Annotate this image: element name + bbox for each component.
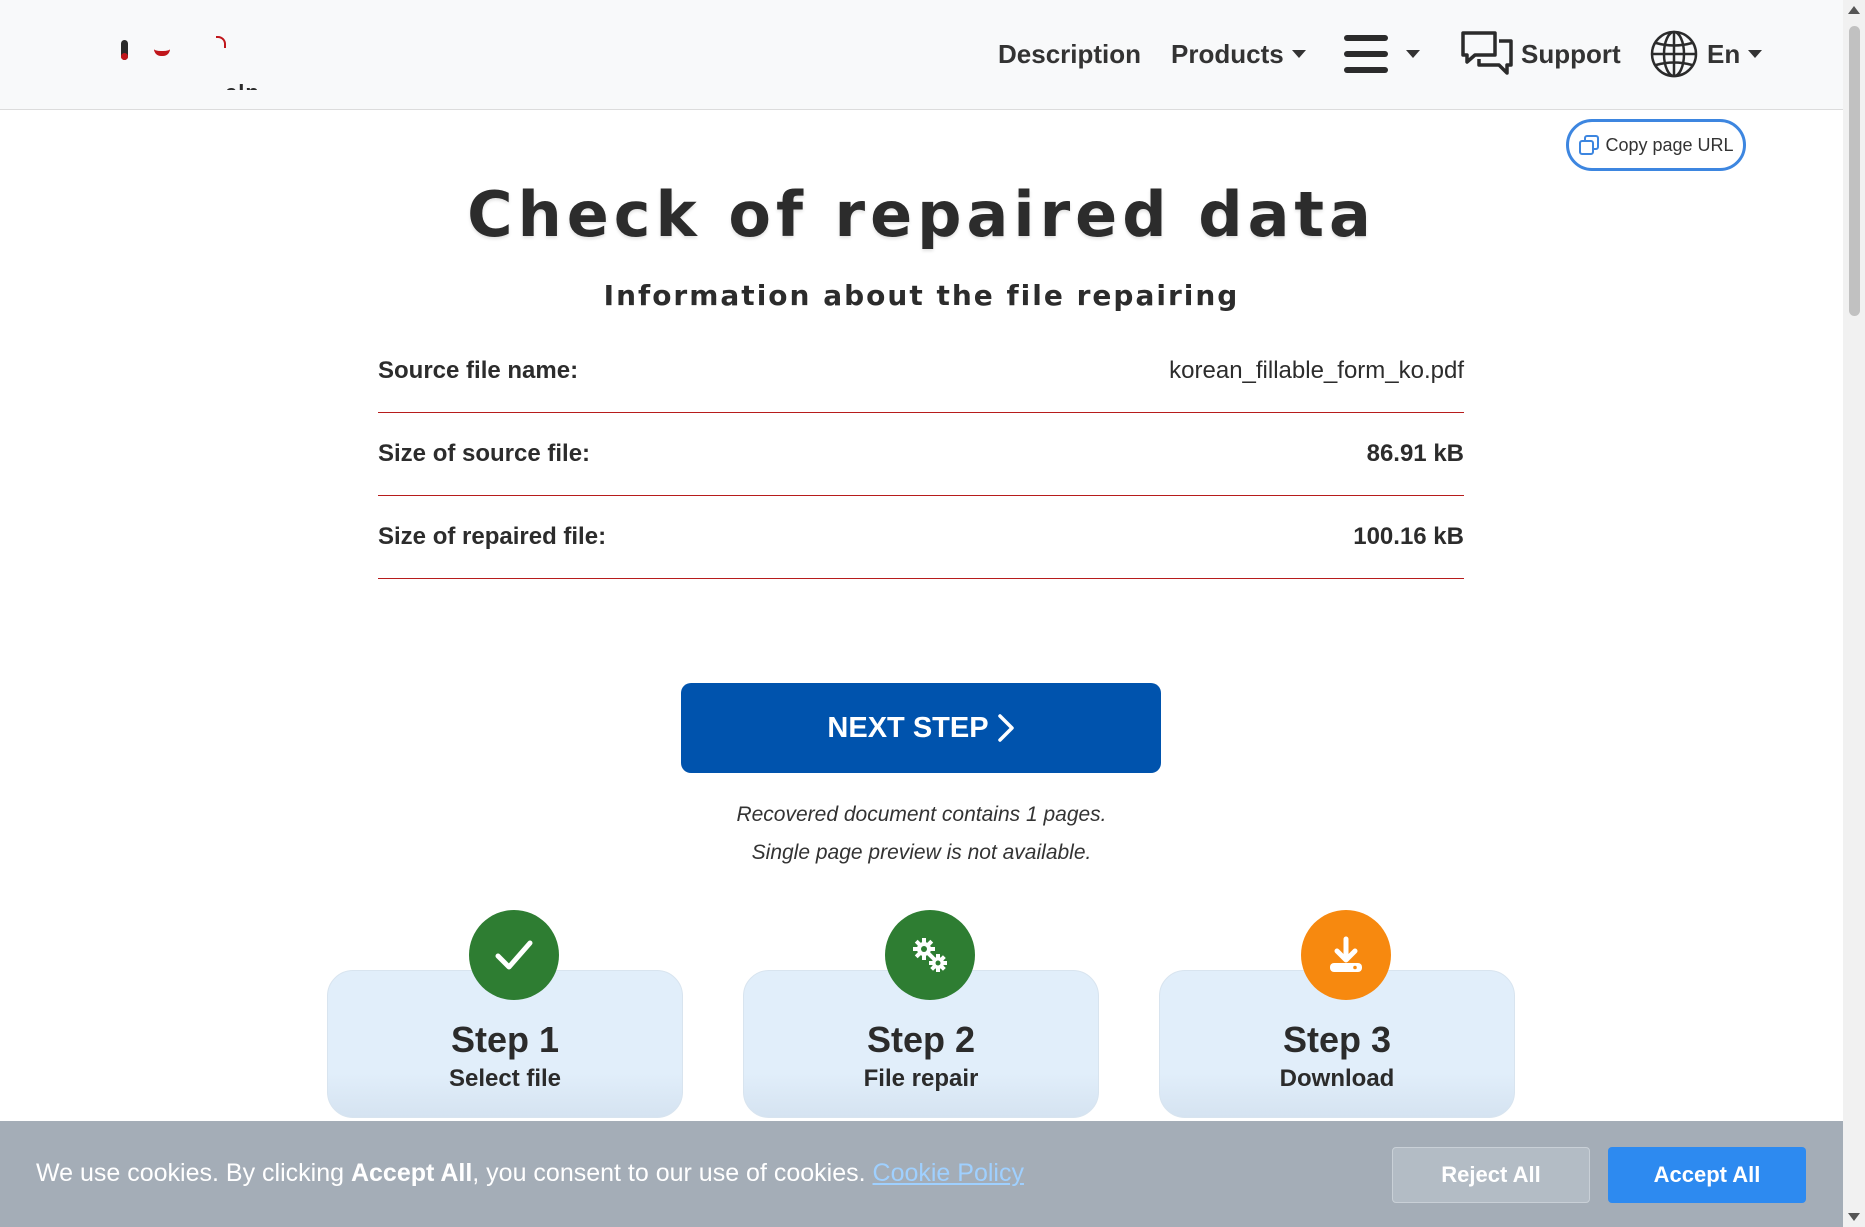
step-subtitle: Select file xyxy=(448,1065,562,1092)
globe-icon xyxy=(1650,30,1698,78)
download-icon xyxy=(1330,936,1362,972)
step-title: Step 1 xyxy=(450,1019,560,1060)
nav-support-link[interactable]: Support xyxy=(1459,29,1621,79)
chevron-right-icon xyxy=(997,714,1014,742)
nav-products-label: Products xyxy=(1171,38,1284,69)
info-label: Size of repaired file: xyxy=(378,523,607,550)
cookie-text: , you consent to our use of cookies. xyxy=(472,1159,873,1187)
reject-all-button[interactable]: Reject All xyxy=(1392,1147,1590,1203)
nav-products-toggle[interactable]: Products xyxy=(1171,39,1306,70)
copy-url-button[interactable]: Copy page URL xyxy=(1566,119,1746,171)
site-header: elp Description Products Support xyxy=(0,0,1843,110)
vertical-scrollbar[interactable] xyxy=(1843,0,1865,1227)
info-value: 100.16 kB xyxy=(1353,523,1464,550)
copy-url-label: Copy page URL xyxy=(1605,134,1734,155)
scroll-up-arrow-icon[interactable] xyxy=(1848,6,1860,14)
menu-dropdown[interactable] xyxy=(1344,0,1420,108)
info-row-repaired-size: Size of repaired file: 100.16 kB xyxy=(378,496,1464,579)
nav-description[interactable]: Description xyxy=(998,0,1141,108)
info-row-source-name: Source file name: korean_fillable_form_k… xyxy=(378,330,1464,413)
info-label: Size of source file: xyxy=(378,440,591,467)
step-2-badge xyxy=(885,910,975,1000)
next-step-label: NEXT STEP xyxy=(827,711,989,744)
step-1-badge xyxy=(469,910,559,1000)
step-subtitle: File repair xyxy=(863,1065,979,1092)
hamburger-icon xyxy=(1344,35,1388,73)
nav-products-dropdown[interactable]: Products xyxy=(1171,0,1306,108)
copy-icon xyxy=(1579,135,1600,155)
chevron-down-icon xyxy=(1748,50,1763,58)
logo-mark xyxy=(216,36,226,48)
info-value: korean_fillable_form_ko.pdf xyxy=(1169,357,1464,384)
cookie-text: We use cookies. By clicking xyxy=(36,1159,351,1187)
chat-bubbles-icon xyxy=(1461,31,1513,75)
repair-info-table: Source file name: korean_fillable_form_k… xyxy=(378,330,1464,579)
cookie-banner: We use cookies. By clicking Accept All, … xyxy=(0,1121,1843,1227)
nav-support[interactable]: Support xyxy=(1459,0,1621,108)
language-selector[interactable]: En xyxy=(1649,0,1763,108)
cookie-policy-link[interactable]: Cookie Policy xyxy=(873,1159,1024,1187)
chevron-down-icon xyxy=(1406,50,1420,58)
scrollbar-thumb[interactable] xyxy=(1849,26,1860,316)
info-value: 86.91 kB xyxy=(1366,440,1464,467)
language-label: En xyxy=(1707,38,1741,69)
step-title: Step 3 xyxy=(1282,1019,1392,1060)
site-logo[interactable]: elp xyxy=(115,30,275,90)
nav-support-label: Support xyxy=(1521,38,1621,69)
page: elp Description Products Support xyxy=(0,0,1865,1227)
gears-icon xyxy=(913,938,947,972)
step-3-badge xyxy=(1301,910,1391,1000)
page-title: Check of repaired data xyxy=(467,178,1376,251)
logo-mark xyxy=(154,49,170,56)
info-label: Source file name: xyxy=(378,357,579,384)
pages-note: Recovered document contains 1 pages. xyxy=(736,803,1107,826)
logo-mark: elp xyxy=(225,80,260,90)
menu-toggle[interactable] xyxy=(1344,35,1420,73)
preview-note: Single page preview is not available. xyxy=(751,841,1092,864)
step-title: Step 2 xyxy=(866,1019,976,1060)
cookie-message: We use cookies. By clicking Accept All, … xyxy=(36,1159,1024,1188)
page-subtitle: Information about the file repairing xyxy=(603,279,1240,312)
info-row-source-size: Size of source file: 86.91 kB xyxy=(378,413,1464,496)
accept-all-button[interactable]: Accept All xyxy=(1608,1147,1806,1203)
logo-mark xyxy=(121,40,128,60)
nav-description-label[interactable]: Description xyxy=(998,39,1141,70)
step-subtitle: Download xyxy=(1279,1065,1395,1092)
scroll-down-arrow-icon[interactable] xyxy=(1848,1213,1860,1221)
next-step-button[interactable]: NEXT STEP xyxy=(681,683,1161,773)
checkmark-icon xyxy=(495,940,533,970)
cookie-text-bold: Accept All xyxy=(350,1159,473,1187)
chevron-down-icon xyxy=(1291,50,1306,58)
language-toggle[interactable]: En xyxy=(1649,29,1763,79)
